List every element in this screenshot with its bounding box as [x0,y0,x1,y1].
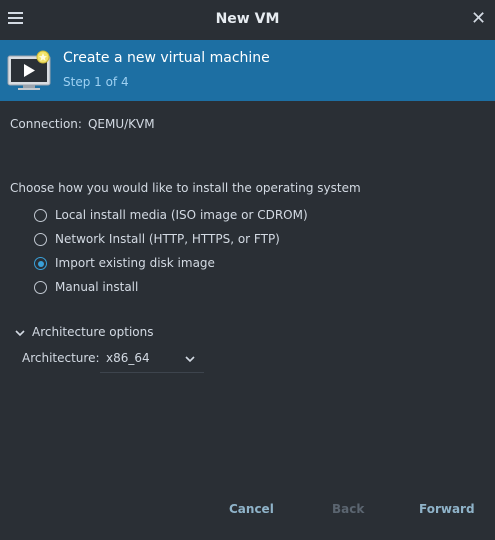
connection-row: Connection: QEMU/KVM [10,117,155,131]
radio-button[interactable] [34,281,47,294]
window-title: New VM [215,11,280,27]
architecture-value: x86_64 [106,351,150,365]
install-question: Choose how you would like to install the… [10,181,361,195]
expander-label: Architecture options [32,325,154,339]
architecture-label: Architecture: [22,351,100,365]
header-title: Create a new virtual machine [63,50,270,66]
step-indicator: Step 1 of 4 [63,75,129,89]
back-button[interactable]: Back [332,502,364,516]
title-bar: New VM ✕ [0,0,495,40]
radio-button[interactable] [34,257,47,270]
radio-label: Import existing disk image [55,256,215,270]
radio-label: Manual install [55,280,139,294]
radio-label: Network Install (HTTP, HTTPS, or FTP) [55,232,280,246]
chevron-down-icon [185,356,195,363]
cancel-button[interactable]: Cancel [229,502,274,516]
connection-label: Connection: [10,117,82,131]
connection-value: QEMU/KVM [87,117,155,131]
architecture-dropdown[interactable]: x86_64 [100,344,204,373]
radio-button[interactable] [34,209,47,222]
radio-label: Local install media (ISO image or CDROM) [55,208,308,222]
close-icon[interactable]: ✕ [471,10,486,28]
forward-button[interactable]: Forward [419,502,475,516]
radio-button[interactable] [34,233,47,246]
vm-monitor-icon [7,50,51,90]
chevron-down-icon [15,330,25,337]
wizard-header: Create a new virtual machine Step 1 of 4 [0,40,495,101]
